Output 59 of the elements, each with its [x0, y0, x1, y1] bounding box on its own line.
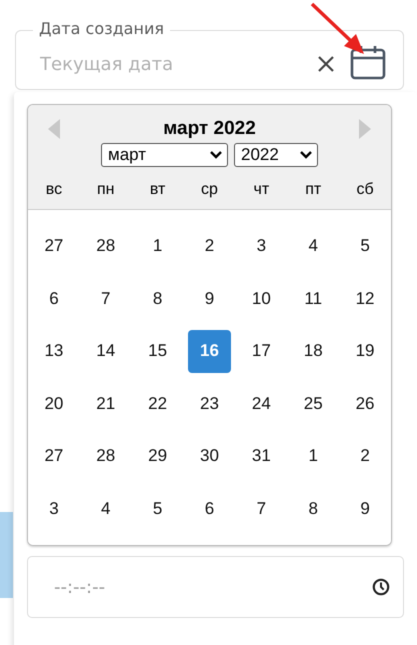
day-cell[interactable]: 7	[84, 277, 128, 320]
day-cell[interactable]: 4	[292, 224, 335, 268]
weekday-label: пн	[97, 181, 115, 199]
weekday-label: вс	[46, 181, 62, 199]
field-legend: Дата создания	[33, 19, 170, 38]
weekday-label: сб	[356, 181, 374, 199]
day-cell[interactable]: 3	[32, 487, 76, 530]
day-cell[interactable]: 4	[84, 487, 128, 530]
day-cell[interactable]: 22	[136, 382, 180, 426]
day-cell[interactable]: 31	[240, 434, 283, 478]
day-cell[interactable]: 21	[84, 382, 128, 426]
day-cell[interactable]: 5	[344, 224, 387, 268]
year-select[interactable]: 2022	[234, 143, 318, 167]
day-cell[interactable]: 30	[188, 434, 231, 478]
month-title: март 2022	[163, 118, 256, 140]
month-select[interactable]: март	[101, 143, 228, 167]
day-cell[interactable]: 2	[188, 224, 231, 268]
day-cell[interactable]: 14	[84, 330, 128, 373]
day-cell[interactable]: 16	[188, 330, 231, 373]
day-cell[interactable]: 1	[292, 434, 335, 478]
day-cell[interactable]: 23	[188, 382, 231, 426]
day-cell[interactable]: 2	[344, 434, 387, 478]
day-cell[interactable]: 8	[292, 487, 335, 530]
day-cell[interactable]: 26	[344, 382, 387, 426]
day-cell[interactable]: 19	[344, 330, 387, 373]
day-cell[interactable]: 12	[344, 277, 387, 320]
day-cell[interactable]: 17	[240, 330, 283, 373]
day-cell[interactable]: 15	[136, 330, 180, 373]
day-cell[interactable]: 6	[188, 487, 231, 530]
day-cell[interactable]: 9	[188, 277, 231, 320]
calendar-icon[interactable]	[350, 44, 386, 80]
day-cell[interactable]: 24	[240, 382, 283, 426]
weekday-label: чт	[254, 181, 270, 199]
day-cell[interactable]: 28	[84, 434, 128, 478]
day-cell[interactable]: 3	[240, 224, 283, 268]
chevron-down-icon	[300, 151, 312, 159]
close-icon[interactable]	[317, 55, 335, 73]
weekday-label: вт	[150, 181, 166, 199]
day-cell[interactable]: 18	[292, 330, 335, 373]
clock-icon[interactable]	[372, 578, 390, 596]
weekday-label: пт	[305, 181, 322, 199]
day-cell[interactable]: 6	[32, 277, 76, 320]
day-cell[interactable]: 13	[32, 330, 76, 373]
chevron-down-icon	[210, 151, 222, 159]
day-cell[interactable]: 27	[32, 224, 76, 268]
day-cell[interactable]: 28	[84, 224, 128, 268]
day-cell[interactable]: 5	[136, 487, 180, 530]
day-cell[interactable]: 8	[136, 277, 180, 320]
day-cell[interactable]: 29	[136, 434, 180, 478]
day-cell[interactable]: 11	[292, 277, 335, 320]
day-cell[interactable]: 25	[292, 382, 335, 426]
time-field[interactable]: --:--:--	[27, 556, 404, 618]
weekday-label: ср	[201, 181, 218, 199]
day-cell[interactable]: 9	[344, 487, 387, 530]
day-cell[interactable]: 1	[136, 224, 180, 268]
day-cell[interactable]: 7	[240, 487, 283, 530]
day-cell[interactable]: 27	[32, 434, 76, 478]
day-cell[interactable]: 10	[240, 277, 283, 320]
day-cell[interactable]: 20	[32, 382, 76, 426]
